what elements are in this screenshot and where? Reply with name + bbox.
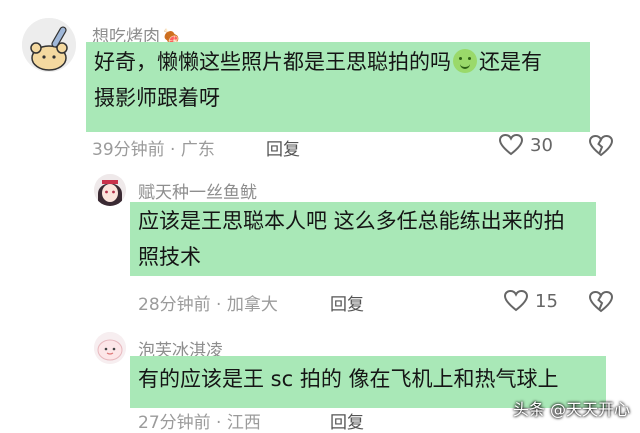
bear-avatar-icon [22, 18, 76, 72]
dislike-button[interactable] [588, 134, 614, 162]
like-button[interactable]: 15 [503, 289, 558, 313]
avatar[interactable] [94, 332, 126, 364]
watermark: 头条 @天天开心 [512, 400, 630, 419]
like-count: 30 [530, 134, 553, 156]
comment-time-location: 28分钟前 · 加拿大 [138, 295, 278, 315]
comment-time-location: 39分钟前 · 广东 [92, 140, 215, 160]
like-button[interactable]: 30 [498, 133, 553, 157]
comment-time-location: 27分钟前 · 江西 [138, 413, 261, 433]
reply-button[interactable]: 回复 [266, 135, 300, 160]
comment-line-1: 应该是王思聪本人吧 这么多任总能练出来的拍 [138, 209, 565, 233]
comment-line-1: 有的应该是王 sc 拍的 像在飞机上和热气球上 [138, 367, 559, 391]
comment-line-2: 照技术 [138, 245, 201, 269]
avatar[interactable] [94, 174, 126, 206]
comment-text: 好奇，懒懒这些照片都是王思聪拍的吗 还是有 摄影师跟着呀 [86, 42, 590, 132]
heart-icon [503, 289, 529, 312]
avatar[interactable] [22, 18, 76, 72]
puff-avatar-icon [94, 332, 126, 364]
like-count: 15 [535, 290, 558, 312]
anime-girl-avatar-icon [94, 174, 126, 206]
comment-line-2: 摄影师跟着呀 [94, 86, 220, 110]
comment-line-1: 好奇，懒懒这些照片都是王思聪拍的吗 还是有 [94, 49, 542, 74]
reply-button[interactable]: 回复 [330, 290, 364, 315]
broken-heart-icon [588, 290, 614, 313]
comment-text: 应该是王思聪本人吧 这么多任总能练出来的拍 照技术 [130, 202, 596, 276]
broken-heart-icon [588, 134, 614, 157]
comment-username[interactable]: 赋天种一丝鱼鱿 [138, 178, 257, 203]
reply-button[interactable]: 回复 [330, 408, 364, 433]
dislike-button[interactable] [588, 290, 614, 318]
grin-emoji-icon [453, 49, 477, 73]
heart-icon [498, 133, 524, 156]
